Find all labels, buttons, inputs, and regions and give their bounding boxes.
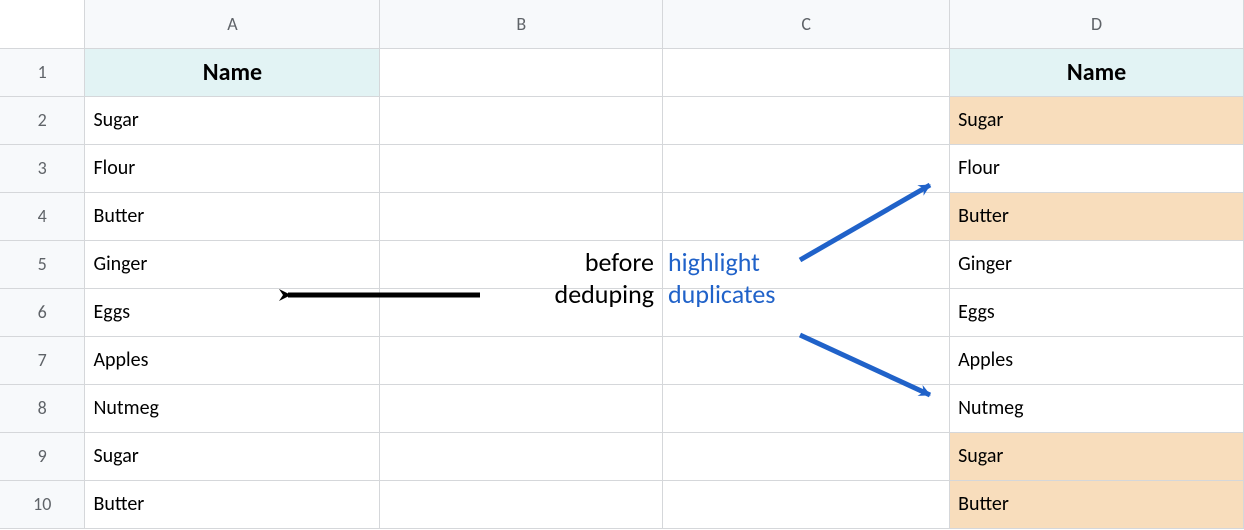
row-header-6[interactable]: 6 — [0, 288, 85, 336]
cell-a1[interactable]: Name — [85, 48, 380, 96]
cell-d1[interactable]: Name — [950, 48, 1244, 96]
corner-cell[interactable] — [0, 0, 85, 48]
cell-a4[interactable]: Butter — [85, 192, 380, 240]
row-8: 8 Nutmeg Nutmeg — [0, 384, 1244, 432]
row-1: 1 Name Name — [0, 48, 1244, 96]
cell-c8[interactable] — [663, 384, 950, 432]
cell-d10[interactable]: Butter — [950, 480, 1244, 528]
annotation-highlight-line1: highlight — [668, 246, 848, 278]
row-header-8[interactable]: 8 — [0, 384, 85, 432]
cell-c9[interactable] — [663, 432, 950, 480]
cell-c4[interactable] — [663, 192, 950, 240]
cell-b4[interactable] — [380, 192, 663, 240]
cell-d3[interactable]: Flour — [950, 144, 1244, 192]
col-header-d[interactable]: D — [950, 0, 1244, 48]
col-header-c[interactable]: C — [663, 0, 950, 48]
cell-d8[interactable]: Nutmeg — [950, 384, 1244, 432]
cell-d7[interactable]: Apples — [950, 336, 1244, 384]
cell-d5[interactable]: Ginger — [950, 240, 1244, 288]
row-10: 10 Butter Butter — [0, 480, 1244, 528]
cell-d9[interactable]: Sugar — [950, 432, 1244, 480]
cell-d4[interactable]: Butter — [950, 192, 1244, 240]
cell-c7[interactable] — [663, 336, 950, 384]
annotation-highlight-line2: duplicates — [668, 278, 848, 310]
cell-a2[interactable]: Sugar — [85, 96, 380, 144]
row-header-7[interactable]: 7 — [0, 336, 85, 384]
annotation-highlight: highlight duplicates — [668, 246, 848, 310]
cell-b9[interactable] — [380, 432, 663, 480]
annotation-before: before deduping — [484, 246, 654, 310]
row-header-1[interactable]: 1 — [0, 48, 85, 96]
cell-d6[interactable]: Eggs — [950, 288, 1244, 336]
annotation-before-line1: before — [484, 246, 654, 278]
col-header-a[interactable]: A — [85, 0, 380, 48]
row-header-4[interactable]: 4 — [0, 192, 85, 240]
row-header-10[interactable]: 10 — [0, 480, 85, 528]
row-header-2[interactable]: 2 — [0, 96, 85, 144]
cell-c1[interactable] — [663, 48, 950, 96]
row-header-3[interactable]: 3 — [0, 144, 85, 192]
cell-d2[interactable]: Sugar — [950, 96, 1244, 144]
cell-c3[interactable] — [663, 144, 950, 192]
row-9: 9 Sugar Sugar — [0, 432, 1244, 480]
col-header-b[interactable]: B — [380, 0, 663, 48]
row-7: 7 Apples Apples — [0, 336, 1244, 384]
cell-a5[interactable]: Ginger — [85, 240, 380, 288]
row-header-5[interactable]: 5 — [0, 240, 85, 288]
row-4: 4 Butter Butter — [0, 192, 1244, 240]
cell-b7[interactable] — [380, 336, 663, 384]
row-header-9[interactable]: 9 — [0, 432, 85, 480]
cell-a9[interactable]: Sugar — [85, 432, 380, 480]
column-header-row: A B C D — [0, 0, 1244, 48]
cell-c2[interactable] — [663, 96, 950, 144]
annotation-before-line2: deduping — [484, 278, 654, 310]
cell-b10[interactable] — [380, 480, 663, 528]
cell-b2[interactable] — [380, 96, 663, 144]
cell-a8[interactable]: Nutmeg — [85, 384, 380, 432]
cell-a3[interactable]: Flour — [85, 144, 380, 192]
cell-b8[interactable] — [380, 384, 663, 432]
cell-a10[interactable]: Butter — [85, 480, 380, 528]
cell-c10[interactable] — [663, 480, 950, 528]
cell-a7[interactable]: Apples — [85, 336, 380, 384]
row-2: 2 Sugar Sugar — [0, 96, 1244, 144]
cell-b1[interactable] — [380, 48, 663, 96]
cell-a6[interactable]: Eggs — [85, 288, 380, 336]
row-3: 3 Flour Flour — [0, 144, 1244, 192]
cell-b3[interactable] — [380, 144, 663, 192]
